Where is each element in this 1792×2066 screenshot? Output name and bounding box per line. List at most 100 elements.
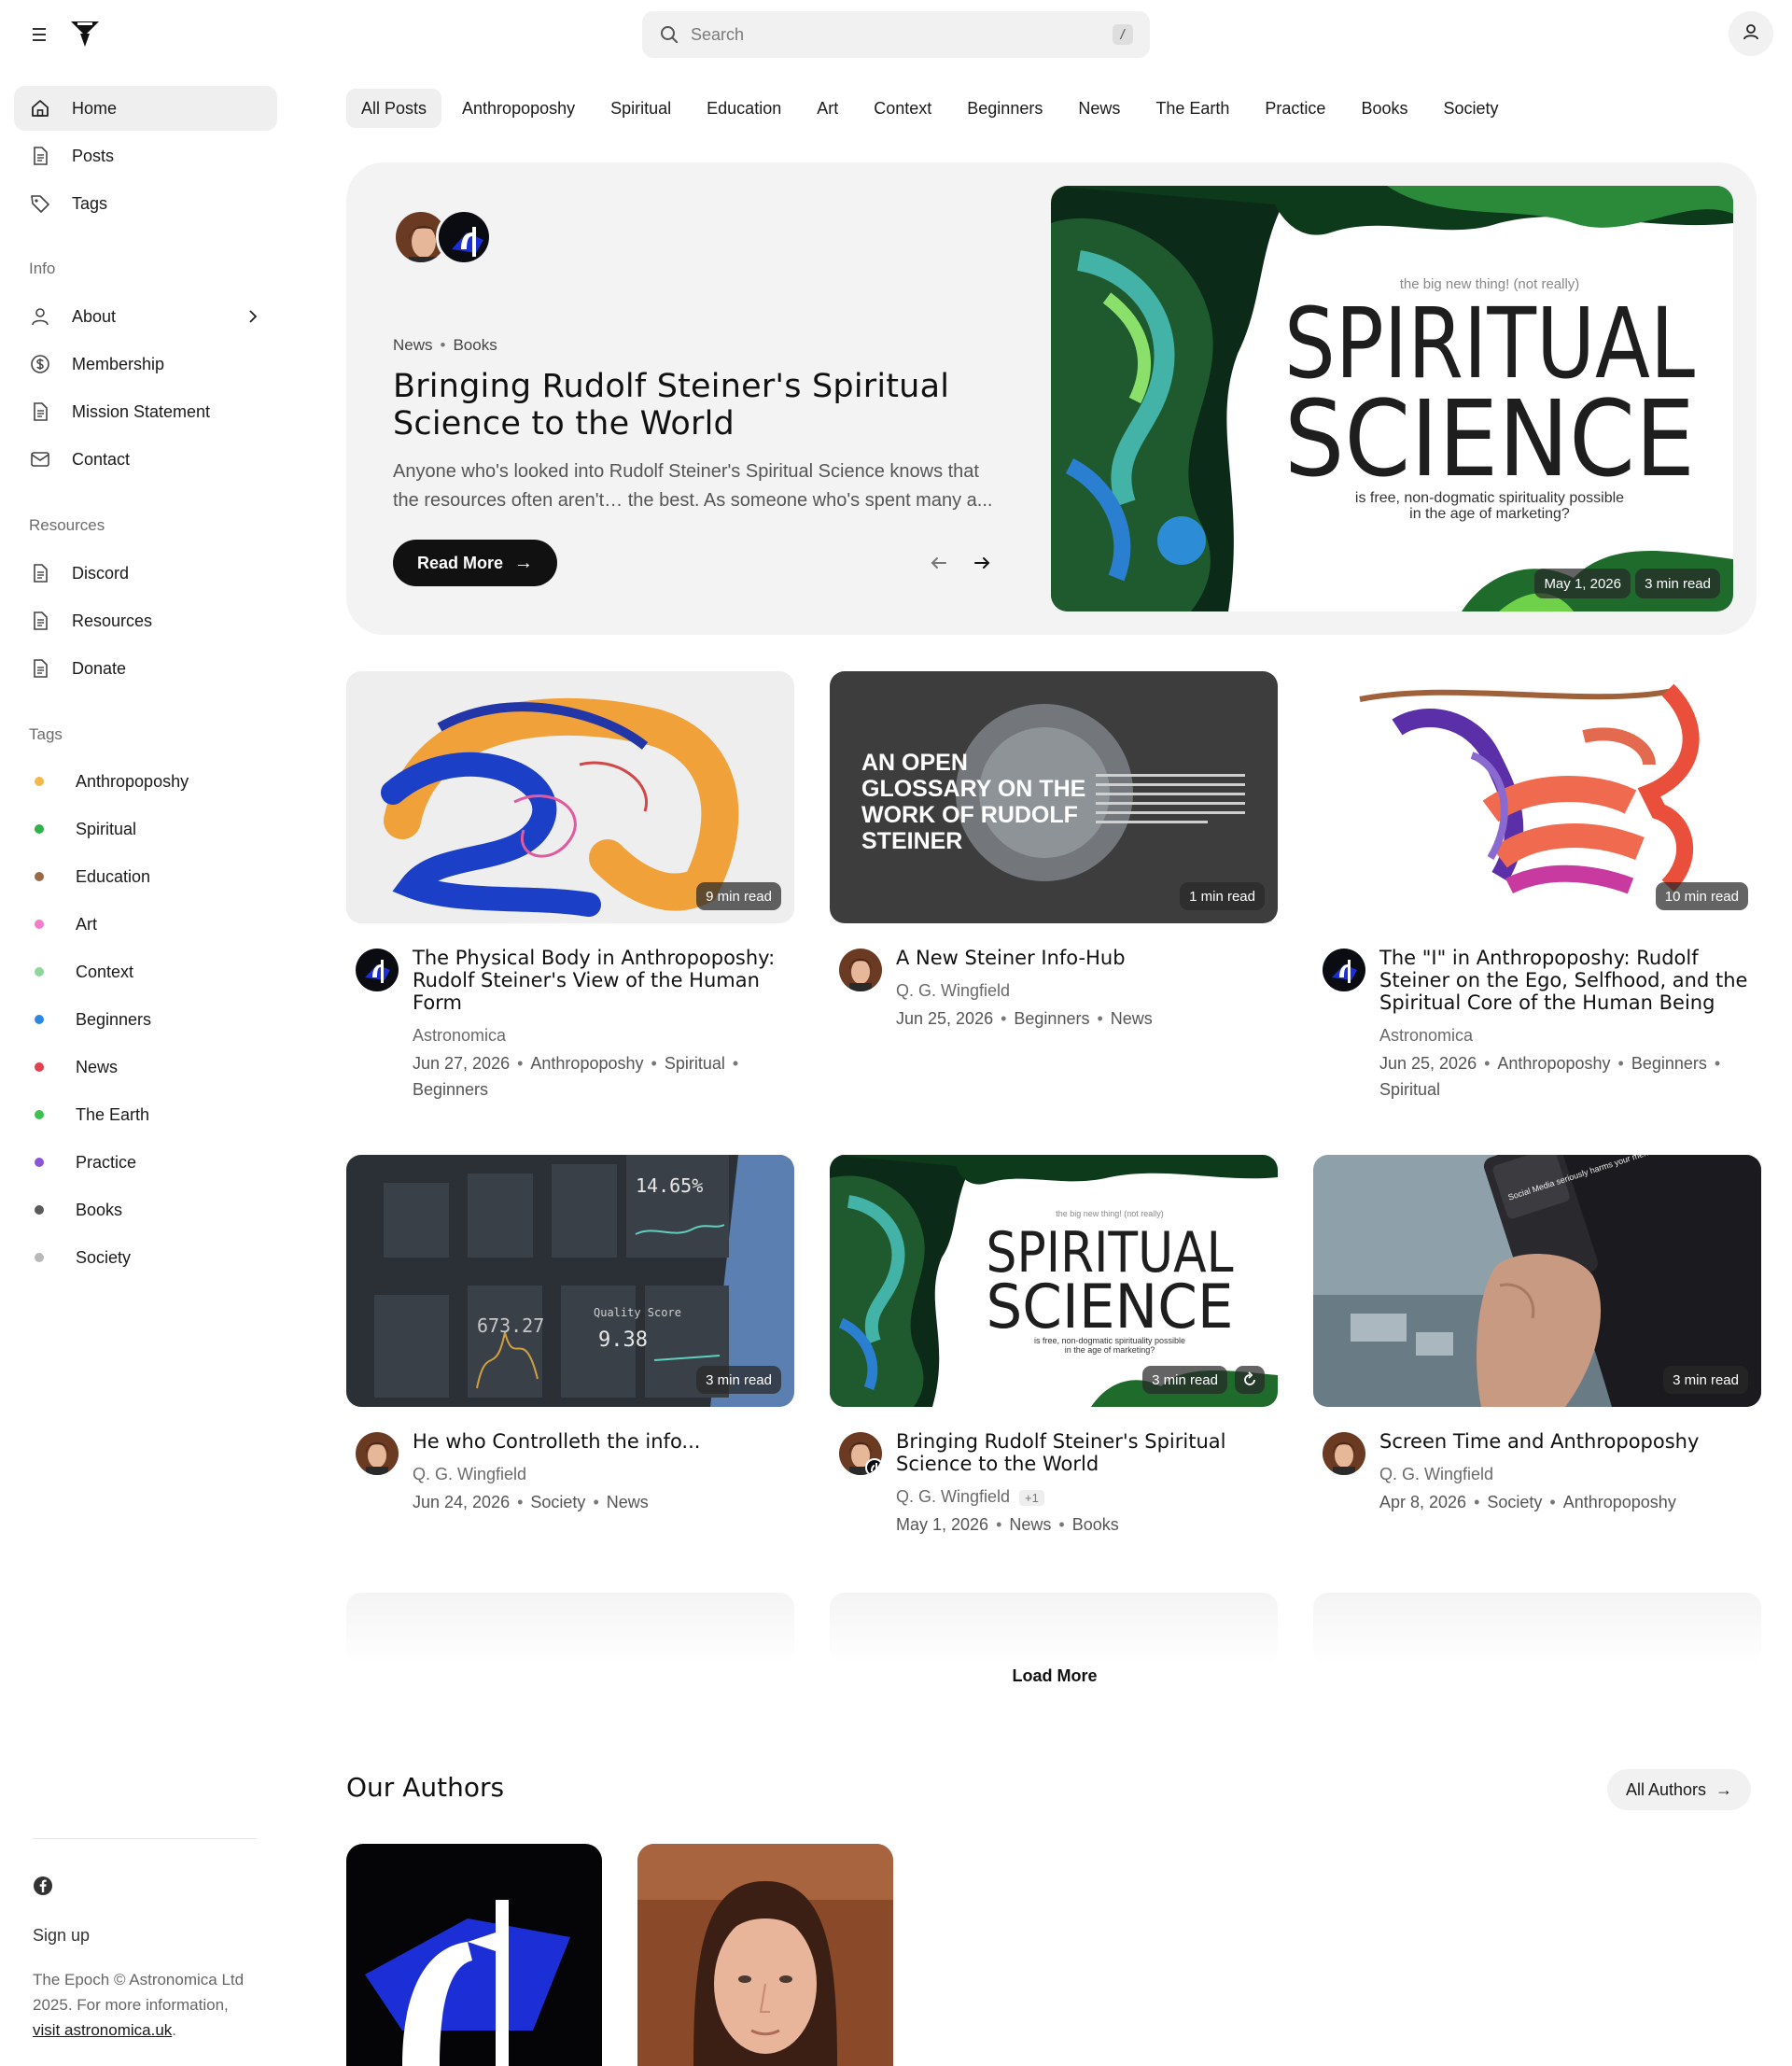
sidebar-item-posts[interactable]: Posts [14, 134, 277, 178]
search-bar[interactable]: Search / [642, 11, 1150, 58]
arrow-right-icon[interactable] [968, 549, 996, 577]
author-card-wingfield[interactable] [637, 1844, 893, 2066]
account-button[interactable] [1729, 11, 1773, 56]
post-author[interactable]: Q. G. Wingfield [896, 981, 1010, 1001]
post-thumbnail[interactable]: the big new thing! (not really) SPIRITUA… [830, 1155, 1278, 1407]
sidebar-tag-art[interactable]: Art [14, 904, 277, 945]
tab-education[interactable]: Education [692, 89, 796, 128]
post-thumbnail[interactable]: 14.65% Quality Score 9.38 673.27 3 min r… [346, 1155, 794, 1407]
post-thumbnail[interactable]: 9 min read [346, 671, 794, 923]
visit-astronomica-link[interactable]: visit astronomica.uk [33, 2021, 172, 2039]
sidebar-item-contact[interactable]: Contact [14, 437, 277, 482]
signup-link[interactable]: Sign up [33, 1926, 90, 1946]
tab-society[interactable]: Society [1428, 89, 1513, 128]
chevron-right-icon[interactable] [244, 307, 262, 326]
author-avatar[interactable] [356, 949, 399, 991]
tab-news[interactable]: News [1063, 89, 1135, 128]
post-tag[interactable]: Beginners [1631, 1054, 1707, 1073]
post-author[interactable]: Q. G. Wingfield [1379, 1465, 1493, 1484]
hero-image[interactable]: the big new thing! (not really) SPIRITUA… [1051, 186, 1733, 611]
document-icon [29, 610, 51, 632]
sidebar-item-membership[interactable]: Membership [14, 342, 277, 386]
sidebar-tag-news[interactable]: News [14, 1047, 277, 1088]
tab-books[interactable]: Books [1346, 89, 1422, 128]
post-tag[interactable]: Books [1072, 1515, 1119, 1534]
tab-all-posts[interactable]: All Posts [346, 89, 442, 128]
load-more-button[interactable]: Load More [985, 1657, 1125, 1694]
tab-practice[interactable]: Practice [1250, 89, 1340, 128]
post-meta: Jun 25, 2026 • Beginners • News [896, 1009, 1153, 1028]
tab-art[interactable]: Art [802, 89, 853, 128]
post-title[interactable]: Screen Time and Anthropoposhy [1379, 1430, 1757, 1453]
post-tag[interactable]: News [607, 1493, 649, 1511]
sidebar-item-discord[interactable]: Discord [14, 551, 277, 596]
post-thumbnail[interactable]: AN OPEN GLOSSARY ON THE WORK OF RUDOLF S… [830, 671, 1278, 923]
author-avatar[interactable] [839, 1432, 882, 1475]
sidebar-item-about[interactable]: About [14, 294, 277, 339]
author-avatar[interactable] [1323, 1432, 1365, 1475]
read-more-button[interactable]: Read More → [393, 540, 558, 586]
sidebar-tag-education[interactable]: Education [14, 856, 277, 897]
post-tag[interactable]: Anthropoposhy [1497, 1054, 1610, 1073]
facebook-icon[interactable] [33, 1876, 53, 1896]
post-author[interactable]: Q. G. Wingfield [413, 1465, 526, 1484]
author-card-astronomica[interactable] [346, 1844, 602, 2066]
sidebar-tag-society[interactable]: Society [14, 1237, 277, 1278]
all-authors-button[interactable]: All Authors → [1607, 1769, 1752, 1810]
refresh-icon[interactable] [1235, 1366, 1265, 1394]
post-tag[interactable]: News [1009, 1515, 1051, 1534]
tab-anthropoposhy[interactable]: Anthropoposhy [447, 89, 590, 128]
tab-beginners[interactable]: Beginners [952, 89, 1057, 128]
post-author[interactable]: Astronomica [413, 1026, 506, 1046]
post-author[interactable]: Astronomica [1379, 1026, 1473, 1046]
hero-author-avatars [393, 209, 496, 267]
sidebar-item-label: Home [72, 98, 118, 118]
post-tag[interactable]: Anthropoposhy [1563, 1493, 1676, 1511]
post-title[interactable]: The Physical Body in Anthropoposhy: Rudo… [413, 947, 791, 1014]
post-title[interactable]: The "I" in Anthropoposhy: Rudolf Steiner… [1379, 947, 1757, 1014]
search-input[interactable]: Search [691, 25, 1113, 45]
sidebar-tag-books[interactable]: Books [14, 1189, 277, 1230]
avatar[interactable] [436, 209, 492, 265]
post-thumbnail[interactable]: Social Media seriously harms your mental… [1313, 1155, 1761, 1407]
hero-tag-news[interactable]: News [393, 336, 433, 354]
post-tag[interactable]: Society [530, 1493, 585, 1511]
hero-tag-books[interactable]: Books [453, 336, 497, 354]
author-avatar[interactable] [839, 949, 882, 991]
menu-icon[interactable] [28, 22, 54, 47]
post-title[interactable]: A New Steiner Info-Hub [896, 947, 1274, 969]
post-tag[interactable]: News [1111, 1009, 1153, 1028]
sidebar-item-resources[interactable]: Resources [14, 598, 277, 643]
sidebar-tag-spiritual[interactable]: Spiritual [14, 808, 277, 850]
author-avatar[interactable] [356, 1432, 399, 1475]
sidebar-item-mission-statement[interactable]: Mission Statement [14, 389, 277, 434]
post-thumbnail[interactable]: 10 min read [1313, 671, 1761, 923]
arrow-right-icon: → [514, 552, 534, 573]
sidebar-tag-context[interactable]: Context [14, 951, 277, 992]
sidebar-tag-beginners[interactable]: Beginners [14, 999, 277, 1040]
sidebar-item-donate[interactable]: Donate [14, 646, 277, 691]
tab-the-earth[interactable]: The Earth [1141, 89, 1244, 128]
post-tag[interactable]: Beginners [413, 1080, 488, 1099]
post-tag[interactable]: Society [1487, 1493, 1542, 1511]
post-title[interactable]: He who Controlleth the info... [413, 1430, 791, 1453]
hero-excerpt: Anyone who's looked into Rudolf Steiner'… [393, 461, 993, 511]
tag-color-dot [35, 1062, 44, 1072]
post-title[interactable]: Bringing Rudolf Steiner's Spiritual Scie… [896, 1430, 1274, 1475]
sidebar-tag-the-earth[interactable]: The Earth [14, 1094, 277, 1135]
post-tag[interactable]: Spiritual [665, 1054, 725, 1073]
sidebar-tag-anthropoposhy[interactable]: Anthropoposhy [14, 761, 277, 802]
sidebar-item-tags[interactable]: Tags [14, 181, 277, 226]
hero-title[interactable]: Bringing Rudolf Steiner's Spiritual Scie… [393, 368, 990, 443]
sidebar-tag-practice[interactable]: Practice [14, 1142, 277, 1183]
author-avatar[interactable] [1323, 949, 1365, 991]
post-tag[interactable]: Anthropoposhy [530, 1054, 643, 1073]
sidebar-item-home[interactable]: Home [14, 86, 277, 131]
post-author[interactable]: Q. G. Wingfield +1 [896, 1487, 1044, 1507]
post-tag[interactable]: Beginners [1014, 1009, 1089, 1028]
tab-spiritual[interactable]: Spiritual [595, 89, 686, 128]
tab-context[interactable]: Context [859, 89, 946, 128]
logo-icon[interactable] [69, 19, 101, 50]
arrow-left-icon[interactable] [925, 549, 953, 577]
post-tag[interactable]: Spiritual [1379, 1080, 1440, 1099]
